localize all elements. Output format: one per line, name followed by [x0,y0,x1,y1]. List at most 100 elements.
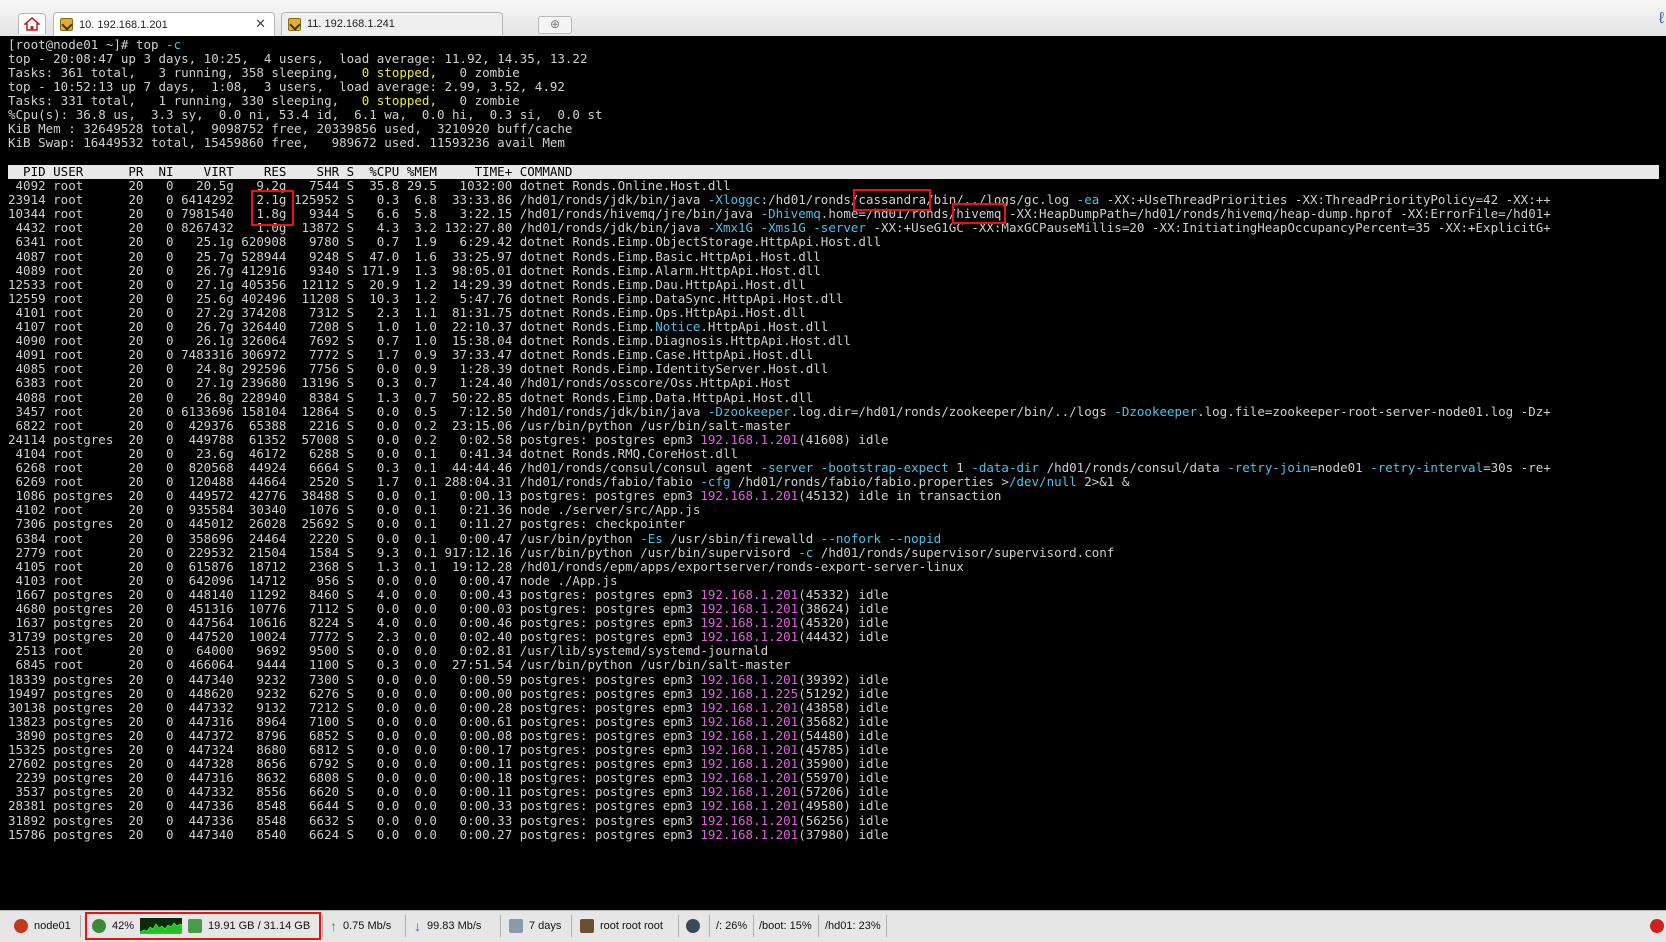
process-row[interactable]: 6269 root 20 0 120488 44664 2520 S 1.7 0… [8,474,1130,490]
process-row[interactable]: 23914 root 20 0 6414292 2.1g 125952 S 0.… [8,193,1551,207]
process-row[interactable]: 24114 postgres 20 0 449788 61352 57008 S… [8,431,889,447]
process-row[interactable]: 4088 root 20 0 26.8g 228940 8384 S 1.3 0… [8,390,814,405]
process-row[interactable]: 6383 root 20 0 27.1g 239680 13196 S 0.3 … [8,376,791,390]
process-row[interactable]: 4432 root 20 0 8267432 1.0g 13872 S 4.3 … [8,221,1551,235]
process-fields: 18339 postgres 20 0 447340 9232 7300 S 0… [8,671,520,687]
disk-root[interactable]: /: 26% [716,916,747,936]
alert-indicator[interactable] [1650,916,1666,936]
process-row[interactable]: 18339 postgres 20 0 447340 9232 7300 S 0… [8,671,889,687]
process-row[interactable]: 28381 postgres 20 0 447336 8548 6644 S 0… [8,799,889,813]
download-speed[interactable]: ↓ 99.83 Mb/s [414,916,481,936]
command-segment: dotnet Ronds.Eimp.Alarm.HttpApi.Host.dll [519,262,821,278]
process-row[interactable]: 30138 postgres 20 0 447332 9132 7212 S 0… [8,699,889,715]
uptime-indicator[interactable]: 7 days [509,916,561,936]
command-segment: dotnet Ronds.Online.Host.dll [519,178,731,193]
command-segment: -retry-interval [1370,460,1484,475]
command-segment: postgres: postgres epm3 [519,601,701,616]
command-segment: 192.168.1.201 [700,713,799,729]
process-row[interactable]: 1637 postgres 20 0 447564 10616 8224 S 4… [8,616,889,630]
process-fields: 2239 postgres 20 0 447316 8632 6808 S 0.… [8,770,520,786]
disk-hd01[interactable]: /hd01: 23% [825,916,881,936]
command-segment: (57206) idle [798,784,889,800]
process-fields: 24114 postgres 20 0 449788 61352 57008 S… [8,431,520,447]
process-fields: 4104 root 20 0 23.6g 46172 6288 S 0.0 0.… [8,445,520,461]
close-icon[interactable]: ✕ [255,16,266,32]
divider [709,915,710,937]
command-segment: postgres: postgres epm3 [519,756,701,772]
process-row[interactable]: 15786 postgres 20 0 447340 8540 6624 S 0… [8,826,889,842]
attachment-icon[interactable]: ℓ [1659,10,1664,28]
command-segment: /usr/bin/python [519,530,641,546]
tab-session-2[interactable]: 11. 192.168.1.241 [281,12,503,35]
summary-text: top - 10:52:13 up 7 days, 1:08, 3 users,… [8,79,565,94]
command-segment: /usr/bin/python /usr/bin/supervisord [519,544,799,560]
process-row[interactable]: 3890 postgres 20 0 447372 8796 6852 S 0.… [8,728,889,743]
host-indicator[interactable]: node01 [14,916,71,936]
disk-indicator[interactable] [686,916,706,936]
users-indicator[interactable]: root root root [580,916,663,936]
process-row[interactable]: 10344 root 20 0 7981540 1.8g 9344 S 6.6 … [8,207,1551,221]
process-row[interactable]: 6341 root 20 0 25.1g 620908 9780 S 0.7 1… [8,235,881,249]
process-row[interactable]: 6384 root 20 0 358696 24464 2220 S 0.0 0… [8,530,942,546]
summary-text: 0 zombie [436,65,520,80]
process-row[interactable]: 3537 postgres 20 0 447332 8556 6620 S 0.… [8,785,889,799]
upload-speed[interactable]: ↑ 0.75 Mb/s [330,916,391,936]
prompt-text: [root@node01 ~]# top [8,37,167,52]
process-row[interactable]: 4101 root 20 0 27.2g 374208 7312 S 2.3 1… [8,305,806,320]
process-row[interactable]: 4091 root 20 0 7483316 306972 7772 S 1.7… [8,348,814,362]
process-row[interactable]: 1667 postgres 20 0 448140 11292 8460 S 4… [8,587,889,602]
process-fields: 4087 root 20 0 25.7g 528944 9248 S 47.0 … [8,248,520,264]
process-row[interactable]: 2513 root 20 0 64000 9692 9500 S 0.0 0.0… [8,643,769,659]
process-row[interactable]: 12533 root 20 0 27.1g 405356 12112 S 20.… [8,277,806,292]
process-row[interactable]: 4102 root 20 0 935584 30340 1076 S 0.0 0… [8,503,701,517]
process-row[interactable]: 4087 root 20 0 25.7g 528944 9248 S 47.0 … [8,248,821,264]
command-segment: /usr/bin/python /usr/bin/salt-master [519,657,791,673]
process-fields: 30138 postgres 20 0 447332 9132 7212 S 0… [8,699,520,715]
process-row[interactable]: 31892 postgres 20 0 447336 8548 6632 S 0… [8,813,889,828]
process-row[interactable]: 4090 root 20 0 26.1g 326064 7692 S 0.7 1… [8,334,851,348]
process-row[interactable]: 4105 root 20 0 615876 18712 2368 S 1.3 0… [8,559,964,574]
command-segment: -cfg [700,474,731,490]
process-row[interactable]: 4092 root 20 0 20.5g 9.2g 7544 S 35.8 29… [8,178,731,193]
process-row[interactable]: 12559 root 20 0 25.6g 402496 11208 S 10.… [8,291,843,306]
process-row[interactable]: 7306 postgres 20 0 445012 26028 25692 S … [8,517,686,531]
command-segment: /hd01/ronds/jdk/bin/java [519,192,708,208]
summary-line: top - 20:08:47 up 3 days, 10:25, 4 users… [8,52,587,66]
process-fields: 4089 root 20 0 26.7g 412916 9340 S 171.9… [8,262,520,278]
process-row[interactable]: 2779 root 20 0 229532 21504 1584 S 9.3 0… [8,544,1115,560]
process-row[interactable]: 6845 root 20 0 466064 9444 1100 S 0.3 0.… [8,658,791,672]
tab-session-1[interactable]: 10. 192.168.1.201 ✕ [53,12,275,36]
process-row[interactable]: 19497 postgres 20 0 448620 9232 6276 S 0… [8,686,889,701]
process-row[interactable]: 15325 postgres 20 0 447324 8680 6812 S 0… [8,743,889,757]
process-row[interactable]: 27602 postgres 20 0 447328 8656 6792 S 0… [8,757,889,771]
process-row[interactable]: 4089 root 20 0 26.7g 412916 9340 S 171.9… [8,262,821,278]
process-row[interactable]: 31739 postgres 20 0 447520 10024 7772 S … [8,630,889,644]
command-segment: postgres: postgres epm3 [519,431,701,447]
process-row[interactable]: 1086 postgres 20 0 449572 42776 38488 S … [8,489,1002,503]
process-row[interactable]: 6268 root 20 0 820568 44924 6664 S 0.3 0… [8,461,1551,475]
new-tab-button[interactable]: ⊕ [538,16,572,34]
terminal-window[interactable]: [root@node01 ~]# top -c top - 20:08:47 u… [0,36,1666,910]
process-row[interactable]: 2239 postgres 20 0 447316 8632 6808 S 0.… [8,771,889,785]
summary-text: top - 20:08:47 up 3 days, 10:25, 4 users… [8,51,588,66]
process-row[interactable]: 4107 root 20 0 26.7g 326440 7208 S 1.0 1… [8,319,829,334]
command-segment: 192.168.1.201 [700,826,799,842]
process-row[interactable]: 4103 root 20 0 642096 14712 956 S 0.0 0.… [8,573,618,588]
command-segment: /usr/lib/systemd/systemd-journald [519,643,769,659]
process-fields: 6383 root 20 0 27.1g 239680 13196 S 0.3 … [8,375,520,391]
process-fields: 2513 root 20 0 64000 9692 9500 S 0.0 0.0… [8,643,520,659]
command-segment: postgres: postgres epm3 [519,798,701,814]
res-highlight-box [251,190,294,226]
process-row[interactable]: 3457 root 20 0 6133696 158104 12864 S 0.… [8,404,1551,419]
process-row[interactable]: 4085 root 20 0 24.8g 292596 7756 S 0.0 0… [8,362,829,376]
process-row[interactable]: 4680 postgres 20 0 451316 10776 7112 S 0… [8,602,889,616]
command-segment: (43858) idle [798,699,889,715]
disk-boot[interactable]: /boot: 15% [759,916,812,936]
process-row[interactable]: 4104 root 20 0 23.6g 46172 6288 S 0.0 0.… [8,445,738,461]
command-segment: (38624) idle [798,601,889,616]
home-tab[interactable] [18,13,46,34]
process-row[interactable]: 6822 root 20 0 429376 65388 2216 S 0.0 0… [8,418,791,433]
process-row[interactable]: 13823 postgres 20 0 447316 8964 7100 S 0… [8,713,889,729]
process-fields: 4107 root 20 0 26.7g 326440 7208 S 1.0 1… [8,319,520,334]
uptime-value: 7 days [529,920,562,932]
